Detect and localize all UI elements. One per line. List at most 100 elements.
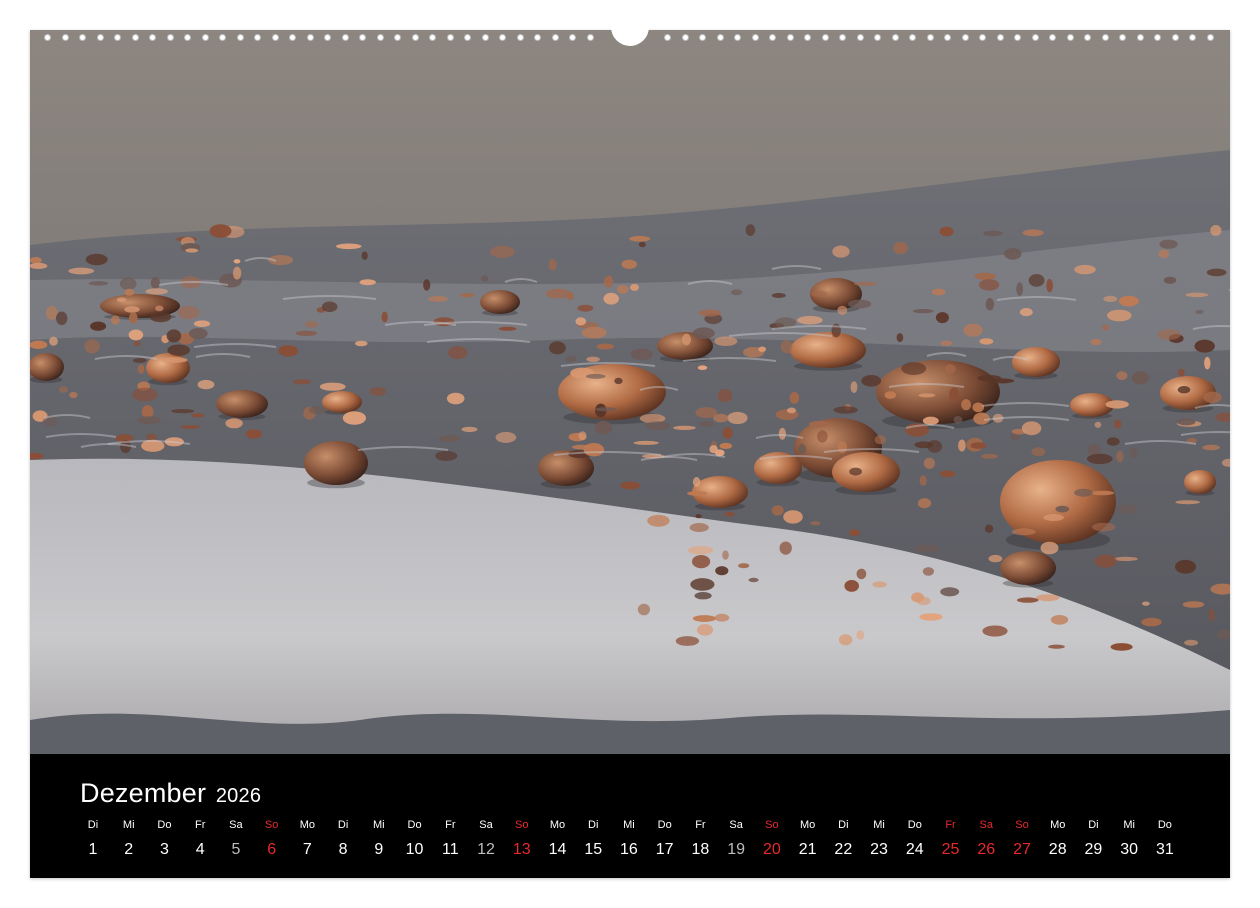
binding-hole bbox=[236, 34, 244, 41]
pebble bbox=[30, 257, 42, 264]
spiral-binding-holes-icon bbox=[30, 26, 1230, 46]
pebble bbox=[692, 615, 717, 622]
pebble bbox=[56, 311, 68, 326]
pebble bbox=[696, 624, 714, 636]
pebble bbox=[460, 293, 475, 298]
binding-hole bbox=[979, 34, 986, 41]
pebble bbox=[833, 406, 858, 414]
pebble bbox=[578, 431, 587, 441]
binding-hole bbox=[411, 34, 419, 41]
pebble bbox=[939, 470, 956, 478]
pebble bbox=[1090, 338, 1102, 346]
pebble bbox=[614, 377, 623, 385]
pebble bbox=[180, 425, 200, 429]
binding-hole bbox=[534, 34, 541, 41]
binding-hole bbox=[569, 34, 576, 41]
pebble bbox=[647, 514, 670, 527]
pebble bbox=[233, 259, 241, 264]
calendar-day: Mo 7 bbox=[289, 818, 325, 860]
weekday-label: Sa bbox=[229, 819, 243, 831]
pebble bbox=[682, 333, 691, 346]
pebble bbox=[1182, 601, 1205, 608]
pebble bbox=[1132, 371, 1149, 385]
pebble bbox=[689, 523, 709, 532]
pebble bbox=[133, 340, 141, 347]
calendar-day: Di 22 bbox=[825, 818, 861, 860]
pebble bbox=[919, 613, 943, 621]
binding-hole bbox=[499, 34, 506, 41]
pebble bbox=[489, 245, 515, 258]
binding-hole bbox=[464, 34, 471, 41]
pebble bbox=[232, 266, 242, 280]
day-number: 16 bbox=[620, 841, 638, 858]
stone bbox=[480, 290, 520, 314]
stone bbox=[1000, 551, 1056, 585]
pebble bbox=[978, 279, 1000, 291]
pebble bbox=[603, 292, 619, 305]
calendar-day: Fr 18 bbox=[682, 818, 718, 860]
pebble bbox=[545, 288, 571, 299]
day-number: 3 bbox=[160, 841, 169, 858]
pebble bbox=[630, 348, 653, 361]
day-number: 27 bbox=[1013, 841, 1031, 858]
weekday-label: So bbox=[515, 819, 529, 831]
pebble bbox=[1159, 239, 1178, 249]
stone bbox=[322, 391, 362, 413]
pebble bbox=[162, 357, 188, 363]
pebble bbox=[692, 327, 715, 340]
pebble bbox=[84, 339, 100, 354]
pebble bbox=[922, 567, 935, 576]
weekday-label: Mo bbox=[1050, 819, 1066, 831]
pebble bbox=[940, 340, 953, 346]
pebble bbox=[779, 541, 792, 555]
pebble bbox=[844, 580, 859, 592]
pebble bbox=[1117, 504, 1137, 515]
calendar-day: Sa 19 bbox=[718, 818, 754, 860]
pebble bbox=[586, 356, 600, 362]
month-title: Dezember 2026 bbox=[80, 780, 261, 807]
pebble bbox=[594, 420, 613, 435]
day-number: 22 bbox=[834, 841, 853, 858]
binding-hole bbox=[751, 34, 759, 41]
pebble bbox=[342, 411, 366, 425]
pebble bbox=[1118, 295, 1139, 307]
binding-hole bbox=[1189, 34, 1196, 41]
pebble bbox=[1129, 446, 1138, 459]
pebble bbox=[59, 386, 68, 393]
weekday-label: Di bbox=[588, 819, 599, 831]
binding-hole bbox=[131, 34, 139, 41]
binding-hole bbox=[341, 34, 349, 41]
weekday-label: So bbox=[264, 819, 279, 831]
binding-hole bbox=[271, 34, 279, 41]
day-number: 11 bbox=[441, 841, 459, 858]
binding-hole bbox=[306, 34, 314, 41]
pebble bbox=[498, 326, 517, 331]
weekday-label: Mi bbox=[1123, 819, 1135, 831]
binding-hole bbox=[219, 34, 226, 41]
weekday-label: Di bbox=[87, 819, 99, 831]
weekday-label: Sa bbox=[979, 819, 993, 831]
day-number: 23 bbox=[870, 841, 888, 858]
pebble bbox=[722, 427, 733, 439]
binding-hole bbox=[429, 34, 436, 41]
day-number: 28 bbox=[1048, 841, 1067, 858]
pebble bbox=[970, 442, 987, 449]
weekday-label: Do bbox=[407, 819, 422, 831]
weekday-label: Do bbox=[1157, 819, 1172, 831]
pebble bbox=[1204, 356, 1211, 370]
pebble bbox=[128, 329, 144, 341]
pebble bbox=[1074, 264, 1096, 275]
pebble bbox=[1185, 292, 1209, 298]
binding-hole bbox=[376, 34, 384, 41]
pebble bbox=[149, 311, 172, 323]
day-number: 9 bbox=[374, 841, 384, 858]
weekday-label: Fr bbox=[945, 819, 956, 831]
pebble bbox=[359, 279, 376, 286]
pebble bbox=[1107, 309, 1132, 322]
binding-hole bbox=[1154, 34, 1161, 41]
binding-hole bbox=[1101, 34, 1109, 41]
pebble bbox=[85, 253, 108, 266]
pebble bbox=[931, 288, 946, 296]
pebble bbox=[985, 298, 995, 311]
calendar-day: Mo 28 bbox=[1040, 818, 1076, 860]
